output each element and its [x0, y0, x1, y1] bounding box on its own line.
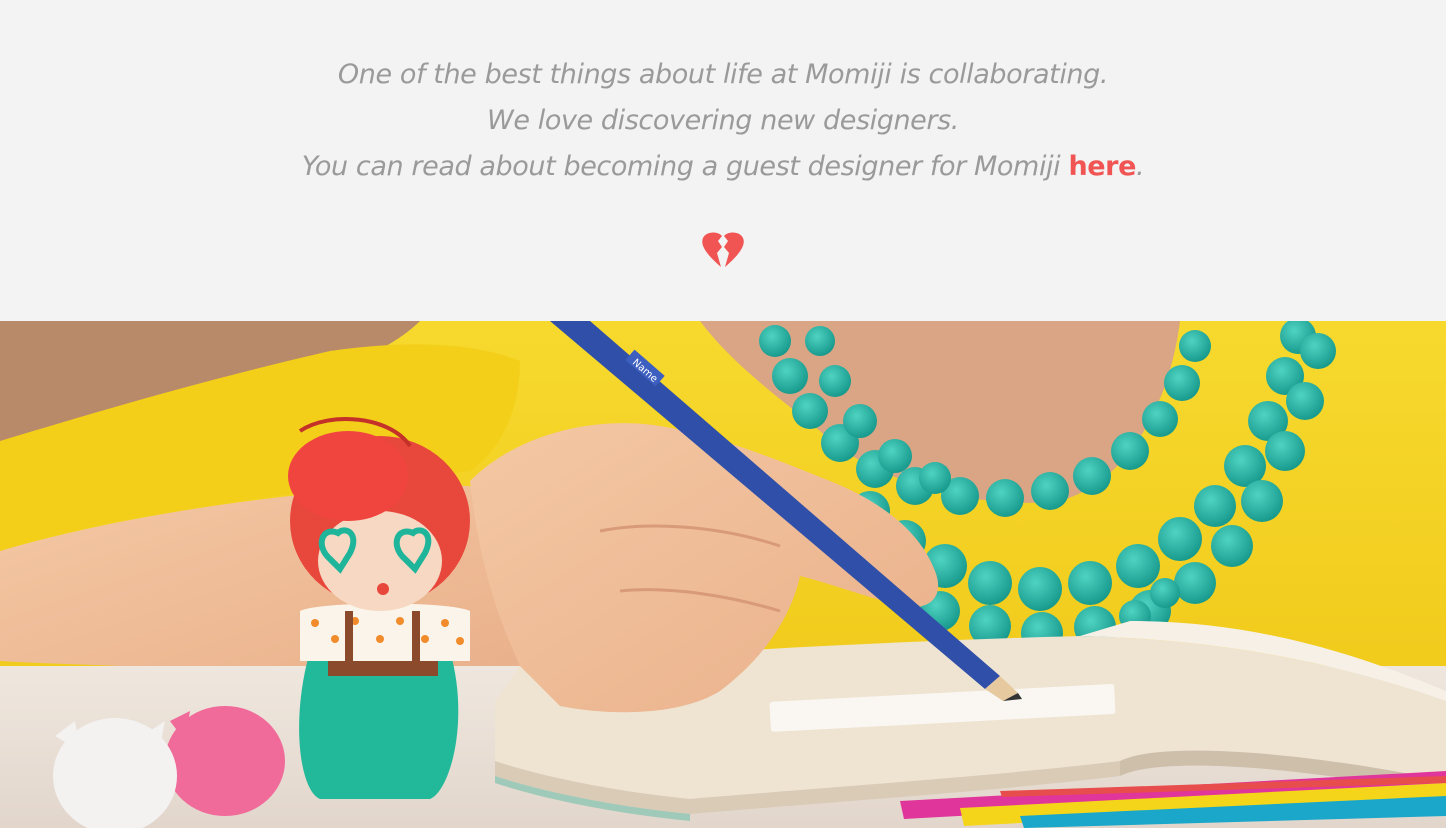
intro-line-3: You can read about becoming a guest desi…	[0, 144, 1446, 190]
hero-illustration: Name	[0, 321, 1446, 828]
intro-line-3-period: .	[1136, 151, 1145, 182]
hero-photo: Name	[0, 321, 1446, 828]
guest-designer-link[interactable]: here	[1068, 151, 1136, 182]
intro-text: One of the best things about life at Mom…	[0, 52, 1446, 190]
intro-line-2: We love discovering new designers.	[487, 105, 959, 136]
intro-line-3-text: You can read about becoming a guest desi…	[301, 151, 1069, 182]
doll-figure	[288, 417, 470, 799]
intro-section: One of the best things about life at Mom…	[0, 0, 1446, 321]
intro-line-1: One of the best things about life at Mom…	[337, 59, 1109, 90]
broken-heart-icon	[700, 232, 746, 270]
